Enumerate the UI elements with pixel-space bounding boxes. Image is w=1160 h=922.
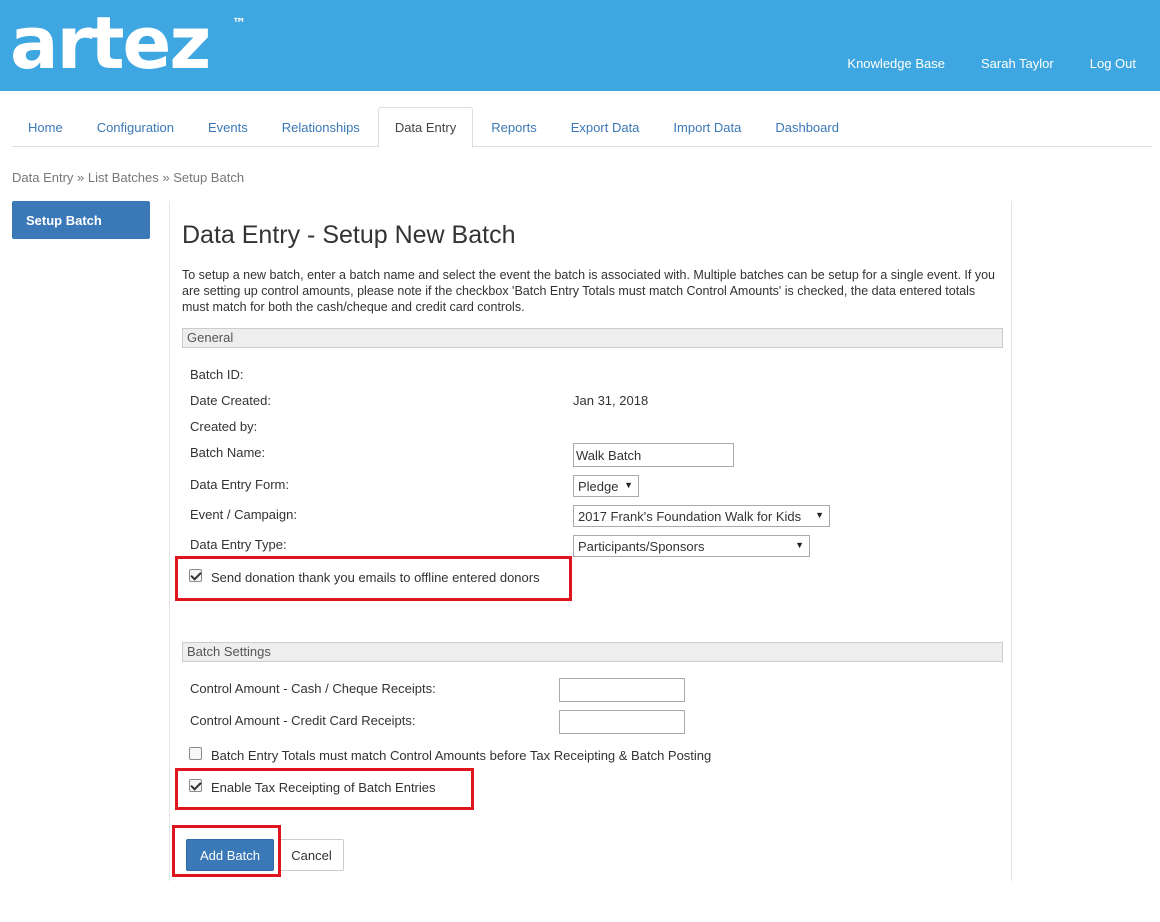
batch-name-label: Batch Name:	[190, 445, 266, 460]
intro-text: To setup a new batch, enter a batch name…	[182, 268, 995, 314]
breadcrumb-data-entry[interactable]: Data Entry	[12, 170, 73, 185]
match-control-checkbox[interactable]	[189, 747, 202, 760]
dropdown-caret-icon: ▼	[795, 540, 804, 550]
tab-export-data[interactable]: Export Data	[555, 107, 656, 147]
tab-dashboard[interactable]: Dashboard	[759, 107, 855, 147]
breadcrumb: Data Entry » List Batches » Setup Batch	[12, 170, 244, 185]
date-created-value: Jan 31, 2018	[573, 393, 649, 408]
user-name-link[interactable]: Sarah Taylor	[981, 56, 1054, 71]
data-entry-type-value: Participants/Sponsors	[578, 538, 705, 554]
control-cash-input[interactable]	[559, 678, 685, 702]
tab-configuration[interactable]: Configuration	[81, 107, 190, 147]
logo-trademark: ™	[232, 16, 246, 32]
batch-id-label: Batch ID:	[190, 367, 244, 382]
tab-import-data[interactable]: Import Data	[657, 107, 757, 147]
event-campaign-select[interactable]: 2017 Frank's Foundation Walk for Kids ▼	[573, 505, 830, 527]
breadcrumb-separator: »	[162, 170, 170, 185]
log-out-link[interactable]: Log Out	[1090, 56, 1136, 71]
breadcrumb-setup-batch: Setup Batch	[173, 170, 245, 185]
match-control-label: Batch Entry Totals must match Control Am…	[211, 748, 712, 763]
cancel-button[interactable]: Cancel	[279, 839, 344, 871]
tab-reports[interactable]: Reports	[475, 107, 553, 147]
highlight-thank-you-email	[175, 556, 572, 601]
tab-data-entry[interactable]: Data Entry	[377, 107, 474, 148]
data-entry-form-select[interactable]: Pledge ▼	[573, 475, 639, 497]
event-campaign-value: 2017 Frank's Foundation Walk for Kids	[578, 508, 802, 524]
sidebar-item-setup-batch[interactable]: Setup Batch	[12, 201, 150, 239]
highlight-tax-receipting	[175, 768, 474, 810]
control-credit-input[interactable]	[559, 710, 685, 734]
data-entry-type-select[interactable]: Participants/Sponsors ▼	[573, 535, 810, 557]
tab-home[interactable]: Home	[12, 107, 79, 147]
general-section-header: General	[182, 328, 1003, 348]
batch-name-input[interactable]	[573, 443, 734, 467]
batch-settings-section-header: Batch Settings	[182, 642, 1003, 662]
dropdown-caret-icon: ▼	[624, 480, 633, 490]
highlight-add-batch	[172, 825, 281, 877]
data-entry-type-label: Data Entry Type:	[190, 537, 287, 552]
date-created-label: Date Created:	[190, 393, 271, 408]
logo-text: artez	[10, 6, 209, 85]
main-panel: Data Entry - Setup New Batch To setup a …	[169, 201, 1012, 881]
knowledge-base-link[interactable]: Knowledge Base	[847, 56, 945, 71]
artez-logo[interactable]: artez ™	[10, 6, 250, 86]
event-campaign-label: Event / Campaign:	[190, 507, 297, 522]
created-by-label: Created by:	[190, 419, 258, 434]
breadcrumb-separator: »	[77, 170, 85, 185]
control-credit-label: Control Amount - Credit Card Receipts:	[190, 713, 416, 728]
breadcrumb-list-batches[interactable]: List Batches	[88, 170, 159, 185]
dropdown-caret-icon: ▼	[815, 510, 824, 520]
control-cash-label: Control Amount - Cash / Cheque Receipts:	[190, 681, 436, 696]
tab-relationships[interactable]: Relationships	[266, 107, 376, 147]
top-links: Knowledge Base Sarah Taylor Log Out	[835, 56, 1160, 71]
top-header: artez ™ Knowledge Base Sarah Taylor Log …	[0, 0, 1160, 91]
tab-events[interactable]: Events	[192, 107, 264, 147]
page-title: Data Entry - Setup New Batch	[182, 221, 516, 249]
data-entry-form-label: Data Entry Form:	[190, 477, 289, 492]
main-nav-tabs: Home Configuration Events Relationships …	[12, 107, 1152, 148]
data-entry-form-value: Pledge	[578, 478, 619, 494]
